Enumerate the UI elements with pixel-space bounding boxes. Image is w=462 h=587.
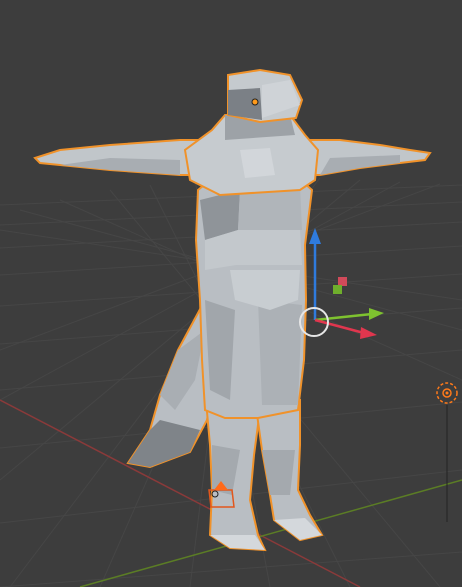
- gizmo-x-arrow[interactable]: [360, 327, 377, 339]
- gizmo-x-axis[interactable]: [314, 318, 365, 335]
- gizmo-y-arrow[interactable]: [369, 308, 384, 320]
- gizmo-yz-plane[interactable]: [333, 285, 342, 294]
- gizmo-y-axis[interactable]: [314, 312, 373, 322]
- object-origin-dot: [251, 98, 259, 106]
- 3d-viewport[interactable]: [0, 0, 462, 587]
- viewport-scene: [0, 68, 462, 587]
- gizmo-xz-plane[interactable]: [338, 277, 347, 286]
- transform-gizmo[interactable]: [299, 228, 384, 339]
